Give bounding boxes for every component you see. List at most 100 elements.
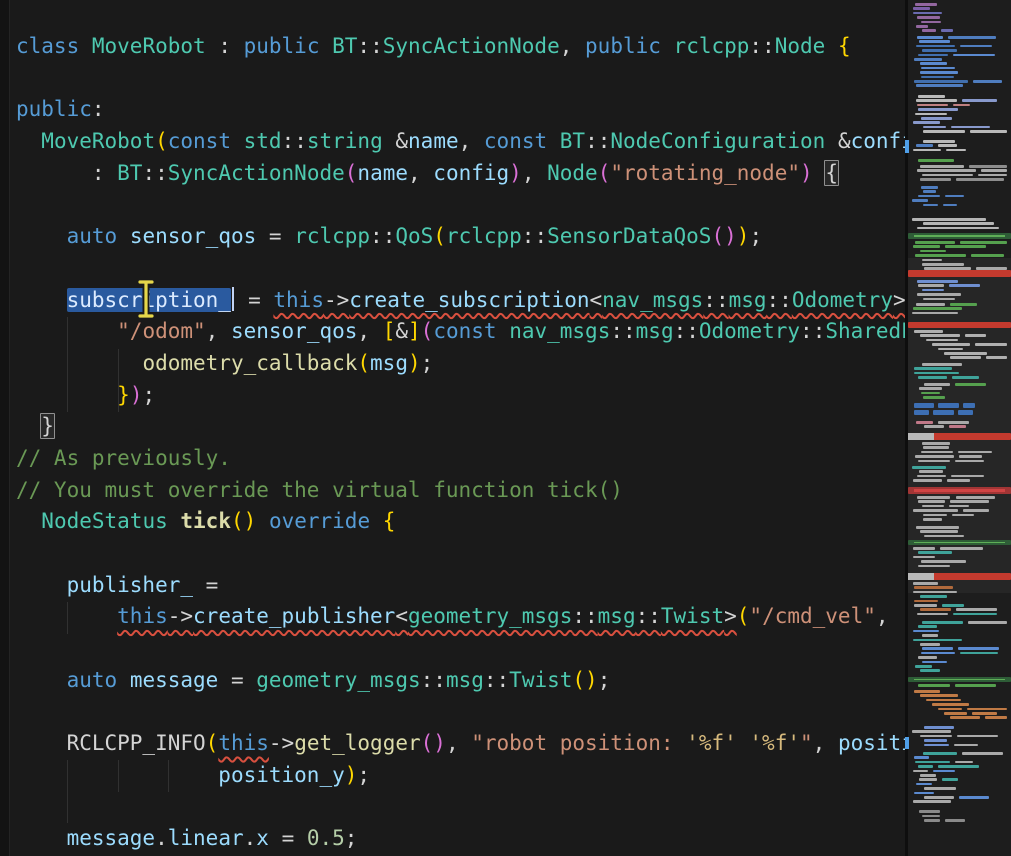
minimap[interactable] xyxy=(905,0,1011,856)
code-line[interactable]: auto sensor_qos = rclcpp::QoS(rclcpp::Se… xyxy=(16,221,905,253)
minimap-line xyxy=(932,703,969,706)
minimap-line xyxy=(985,716,1007,719)
code-token: :: xyxy=(636,604,661,628)
minimap-line xyxy=(949,425,966,428)
code-token: = xyxy=(218,668,256,692)
minimap-line xyxy=(913,547,935,550)
code-token: config xyxy=(433,161,509,185)
code-token: // You must override the virtual functio… xyxy=(16,478,623,502)
minimap-line xyxy=(963,509,989,512)
minimap-line xyxy=(923,126,946,129)
minimap-line xyxy=(973,80,1002,83)
code-token: public xyxy=(585,34,661,58)
code-token: ( xyxy=(357,351,370,375)
minimap-error-bar xyxy=(908,540,1011,545)
minimap-line xyxy=(959,796,989,799)
code-line[interactable]: public: xyxy=(16,94,905,126)
code-line[interactable] xyxy=(16,253,905,285)
code-token: Node xyxy=(547,161,598,185)
code-line[interactable]: subscription_ = this->create_subscriptio… xyxy=(16,285,905,317)
minimap-line xyxy=(915,254,967,257)
minimap-line xyxy=(919,470,942,473)
minimap-line xyxy=(917,36,943,39)
code-line[interactable]: this->create_publisher<geometry_msgs::ms… xyxy=(16,601,905,633)
code-token xyxy=(497,319,510,343)
code-line[interactable]: // You must override the virtual functio… xyxy=(16,475,905,507)
minimap-line xyxy=(944,712,967,715)
code-line[interactable] xyxy=(16,633,905,665)
code-line[interactable]: RCLCPP_INFO(this->get_logger(), "robot p… xyxy=(16,728,905,760)
code-token xyxy=(16,224,67,248)
minimap-line xyxy=(922,29,936,32)
code-token: msg xyxy=(636,319,674,343)
code-token: ) xyxy=(130,383,143,407)
minimap-line xyxy=(962,752,1002,755)
code-token: NodeStatus xyxy=(41,509,167,533)
code-line[interactable] xyxy=(16,538,905,570)
code-line[interactable]: "/odom", sensor_qos, [&](const nav_msgs:… xyxy=(16,316,905,348)
code-line[interactable]: class MoveRobot : public BT::SyncActionN… xyxy=(16,31,905,63)
minimap-line xyxy=(916,99,957,102)
minimap-line xyxy=(942,778,958,781)
code-token xyxy=(319,34,332,58)
code-token: rclcpp xyxy=(294,224,370,248)
code-token: Twist xyxy=(661,604,724,628)
minimap-line xyxy=(913,121,941,124)
code-token xyxy=(547,129,560,153)
code-token: ( xyxy=(421,731,434,755)
minimap-line xyxy=(918,500,946,503)
minimap-line xyxy=(919,387,942,390)
minimap-line xyxy=(913,7,930,10)
code-line[interactable]: message.linear.x = 0.5; xyxy=(16,823,905,855)
code-line[interactable]: NodeStatus tick() override { xyxy=(16,506,905,538)
code-editing-area[interactable]: class MoveRobot : public BT::SyncActionN… xyxy=(0,0,905,856)
code-line[interactable] xyxy=(16,792,905,824)
minimap-word-match-mark xyxy=(905,737,909,749)
code-token: std xyxy=(244,129,282,153)
code-line[interactable]: auto message = geometry_msgs::msg::Twist… xyxy=(16,665,905,697)
code-line[interactable] xyxy=(16,189,905,221)
code-token: position_x xyxy=(838,731,905,755)
minimap-line xyxy=(920,595,947,598)
minimap-line xyxy=(923,752,957,755)
code-token: ) xyxy=(585,668,598,692)
minimap-line xyxy=(916,45,955,48)
minimap-line xyxy=(945,195,965,198)
code-line[interactable]: // As previously. xyxy=(16,443,905,475)
code-token: "/odom" xyxy=(117,319,206,343)
error-squiggle-span: this->create_subscription<nav_msgs::msg:… xyxy=(273,288,905,312)
minimap-line xyxy=(920,669,941,672)
code-token: = xyxy=(269,826,307,850)
code-token: :: xyxy=(610,319,635,343)
code-line[interactable]: } xyxy=(16,411,905,443)
minimap-line xyxy=(924,819,940,822)
minimap-line xyxy=(917,16,939,19)
minimap-line xyxy=(914,372,958,375)
minimap-line xyxy=(958,410,973,415)
code-line[interactable]: odometry_callback(msg); xyxy=(16,348,905,380)
minimap-line xyxy=(971,254,1004,257)
minimap-word-match-mark xyxy=(905,140,909,153)
code-line[interactable]: }); xyxy=(16,380,905,412)
minimap-line xyxy=(912,466,946,469)
code-token: Node xyxy=(775,34,826,58)
code-token: { xyxy=(824,160,839,186)
code-line[interactable] xyxy=(16,696,905,728)
code-line[interactable]: position_y); xyxy=(16,760,905,792)
minimap-line xyxy=(947,479,970,482)
code-line[interactable]: publisher_ = xyxy=(16,570,905,602)
minimap-line xyxy=(978,174,1007,177)
code-line[interactable]: : BT::SyncActionNode(name, config), Node… xyxy=(16,158,905,190)
minimap-line xyxy=(916,303,945,306)
code-token: create_publisher xyxy=(193,604,395,628)
minimap-line xyxy=(918,108,959,111)
minimap-line xyxy=(917,293,961,296)
minimap-line xyxy=(924,796,954,799)
code-token: SharedPtr xyxy=(825,319,905,343)
minimap-line xyxy=(954,744,978,747)
minimap-line xyxy=(953,613,996,616)
code-token: ( xyxy=(598,161,611,185)
code-line[interactable] xyxy=(16,63,905,95)
minimap-line xyxy=(916,421,933,424)
code-line[interactable]: MoveRobot(const std::string &name, const… xyxy=(16,126,905,158)
